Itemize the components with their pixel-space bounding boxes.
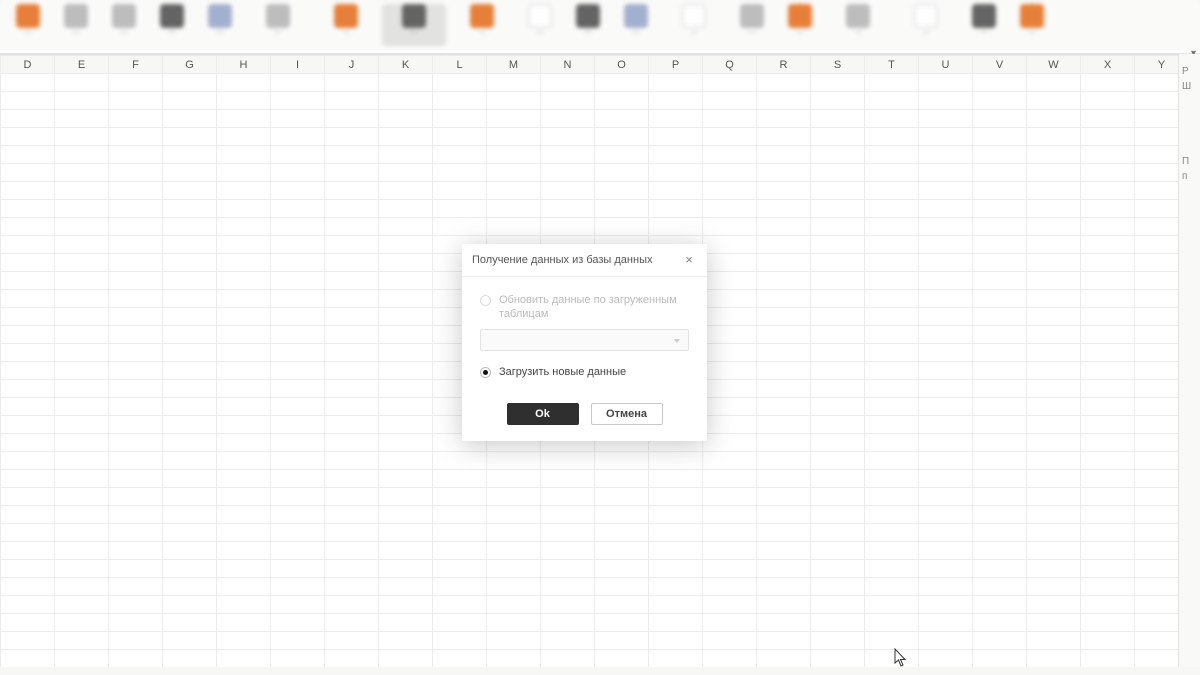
radio-icon[interactable] — [480, 367, 491, 378]
radio-icon — [480, 295, 491, 306]
modal-overlay: Получение данных из базы данных × Обнови… — [0, 0, 1200, 675]
radio-option-update: Обновить данные по загруженным таблицам — [480, 293, 689, 321]
close-icon[interactable]: × — [681, 252, 697, 268]
database-fetch-dialog: Получение данных из базы данных × Обнови… — [462, 244, 707, 441]
ok-button[interactable]: Ok — [507, 403, 579, 425]
cancel-button[interactable]: Отмена — [591, 403, 663, 425]
radio-option-load-new[interactable]: Загрузить новые данные — [480, 365, 689, 379]
tables-dropdown — [480, 329, 689, 351]
radio-label: Загрузить новые данные — [499, 365, 626, 379]
radio-label: Обновить данные по загруженным таблицам — [499, 293, 689, 321]
dialog-title: Получение данных из базы данных — [472, 254, 652, 266]
